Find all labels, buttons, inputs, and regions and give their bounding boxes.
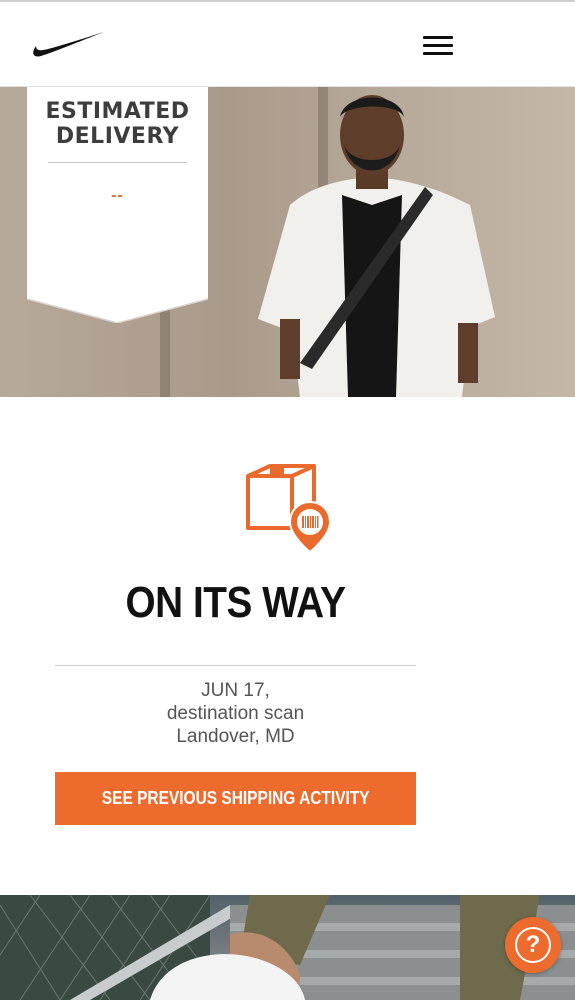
menu-line [423, 36, 453, 39]
banner-divider [48, 162, 187, 163]
hamburger-menu-icon[interactable] [420, 32, 456, 60]
see-previous-shipping-activity-button[interactable]: SEE PREVIOUS SHIPPING ACTIVITY [55, 772, 416, 825]
package-location-icon [246, 464, 332, 554]
bottom-photo [0, 895, 575, 1000]
help-label: ? [515, 927, 551, 963]
top-header [0, 0, 575, 87]
scan-event: destination scan [166, 703, 305, 724]
estimated-delivery-date: -- [111, 187, 124, 204]
activity-button-label: SEE PREVIOUS SHIPPING ACTIVITY [101, 788, 370, 808]
sneakers-illustration [0, 895, 575, 1000]
latest-scan-details: JUN 17, destination scan Landover, MD [55, 679, 416, 748]
estimated-delivery-title: ESTIMATED DELIVERY [45, 99, 190, 149]
help-question-icon[interactable]: ? [505, 917, 561, 973]
menu-line [423, 44, 453, 47]
menu-line [423, 52, 453, 55]
scan-date: JUN 17, [201, 680, 270, 701]
status-divider [55, 665, 416, 666]
estimated-delivery-banner: ESTIMATED DELIVERY -- [27, 87, 208, 323]
shipment-status-title: ON ITS WAY [125, 578, 346, 627]
swoosh-logo-icon[interactable] [30, 28, 106, 62]
scan-location: Landover, MD [176, 726, 295, 747]
